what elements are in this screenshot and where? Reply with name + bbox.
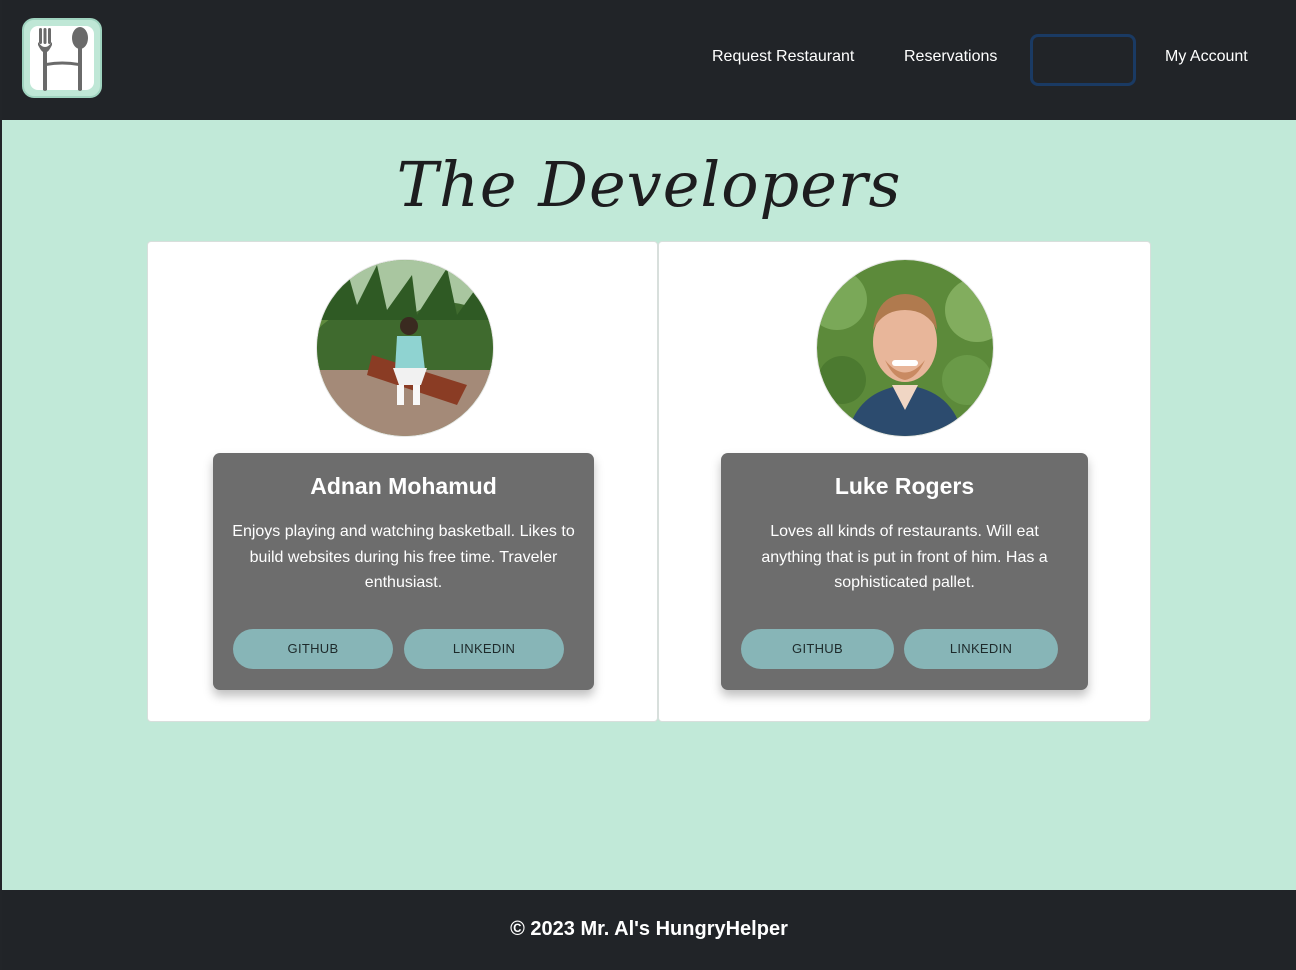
- developer-bio: Loves all kinds of restaurants. Will eat…: [761, 523, 1048, 591]
- footer-copyright: © 2023 Mr. Al's HungryHelper: [510, 918, 788, 940]
- developer-bio: Enjoys playing and watching basketball. …: [232, 523, 575, 591]
- nav-request-restaurant[interactable]: Request Restaurant: [712, 48, 854, 66]
- avatar-photo-luke: [817, 260, 993, 436]
- page-title: The Developers: [396, 148, 902, 221]
- avatar-adnan: [316, 259, 494, 437]
- fork-and-spoon-icon: [38, 27, 88, 91]
- avatar-luke: [816, 259, 994, 437]
- nav-empty-button[interactable]: [1030, 34, 1136, 86]
- avatar-photo-adnan: [317, 260, 493, 436]
- navbar: Request Restaurant Reservations My Accou…: [2, 0, 1296, 120]
- main-content: The Developers Adnan Mohamud Enjoys play…: [2, 120, 1296, 890]
- github-button-luke[interactable]: GITHUB: [741, 629, 894, 669]
- github-button-adnan[interactable]: GITHUB: [233, 629, 393, 669]
- developer-card-luke: Luke Rogers Loves all kinds of restauran…: [658, 241, 1151, 722]
- developer-name: Luke Rogers: [834, 473, 975, 499]
- developer-info-adnan: Adnan Mohamud Enjoys playing and watchin…: [213, 453, 594, 690]
- linkedin-button-adnan[interactable]: LINKEDIN: [404, 629, 564, 669]
- developer-card-adnan: Adnan Mohamud Enjoys playing and watchin…: [147, 241, 658, 722]
- nav-reservations[interactable]: Reservations: [904, 48, 997, 66]
- linkedin-button-luke[interactable]: LINKEDIN: [904, 629, 1058, 669]
- footer: © 2023 Mr. Al's HungryHelper: [2, 890, 1296, 970]
- developer-info-luke: Luke Rogers Loves all kinds of restauran…: [721, 453, 1088, 690]
- developer-name: Adnan Mohamud: [310, 473, 497, 499]
- nav-my-account[interactable]: My Account: [1165, 48, 1248, 66]
- logo[interactable]: [22, 18, 102, 98]
